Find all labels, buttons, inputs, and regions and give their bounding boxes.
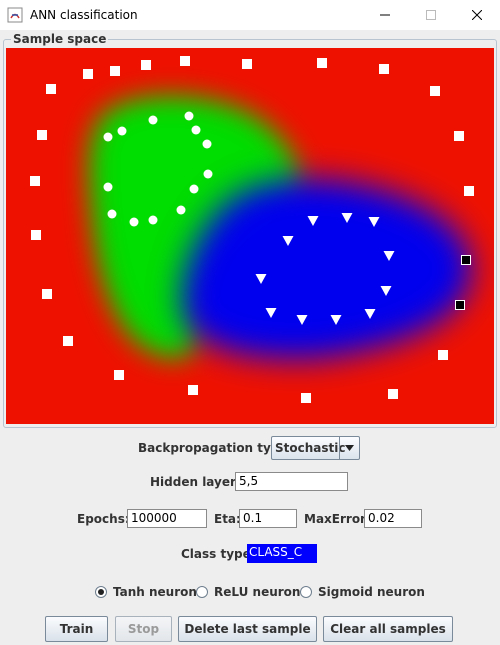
sample-circle <box>103 132 113 142</box>
maxerror-input[interactable]: 0.02 <box>364 509 422 528</box>
sample-circle <box>117 126 127 136</box>
sample-square <box>30 176 40 186</box>
java-icon <box>7 7 23 23</box>
radio-relu[interactable]: ReLU neuron <box>196 584 300 599</box>
epochs-label: Epochs: <box>77 512 130 526</box>
backprop-value: Stochastic <box>275 441 346 455</box>
radio-sigmoid[interactable]: Sigmoid neuron <box>300 584 425 599</box>
backprop-select[interactable]: Stochastic <box>271 436 360 460</box>
sample-square <box>83 69 93 79</box>
sample-square <box>114 370 124 380</box>
maxerror-label: MaxError: <box>304 512 371 526</box>
sample-square <box>242 59 252 69</box>
maximize-button[interactable] <box>408 0 454 30</box>
chevron-down-icon[interactable] <box>339 437 359 459</box>
stop-button[interactable]: Stop <box>115 616 172 642</box>
panel-label: Sample space <box>11 32 109 46</box>
sample-selected <box>461 255 471 265</box>
radio-button-icon[interactable] <box>300 585 312 598</box>
sample-square <box>301 393 311 403</box>
sample-circle <box>176 205 186 215</box>
radio-tanh[interactable]: Tanh neuron <box>95 584 197 599</box>
eta-label: Eta: <box>214 512 241 526</box>
sample-circle <box>189 184 199 194</box>
sample-square <box>317 58 327 68</box>
delete-last-sample-button[interactable]: Delete last sample <box>178 616 317 642</box>
sample-square <box>63 336 73 346</box>
train-button[interactable]: Train <box>45 616 108 642</box>
minimize-icon <box>380 14 390 16</box>
sample-circle <box>203 169 213 179</box>
radio-tanh-label: Tanh neuron <box>113 584 197 599</box>
maximize-icon <box>426 10 436 20</box>
close-button[interactable] <box>454 0 500 30</box>
sample-square <box>188 385 198 395</box>
sample-circle <box>103 182 113 192</box>
backprop-label: Backpropagation type: <box>138 441 293 455</box>
window-title: ANN classification <box>30 8 138 22</box>
class-type-field[interactable]: CLASS_C <box>247 544 317 563</box>
sample-square <box>464 186 474 196</box>
sample-square <box>31 230 41 240</box>
clear-all-samples-button[interactable]: Clear all samples <box>323 616 453 642</box>
sample-circle <box>129 217 139 227</box>
title-bar: ANN classification <box>0 0 500 30</box>
sample-square <box>379 64 389 74</box>
sample-square <box>438 350 448 360</box>
sample-square <box>141 60 151 70</box>
sample-square <box>110 66 120 76</box>
sample-circle <box>148 215 158 225</box>
epochs-input[interactable]: 100000 <box>127 509 207 528</box>
sample-circle <box>191 125 201 135</box>
hidden-layers-label: Hidden layers: <box>150 475 248 489</box>
sample-circle <box>184 111 194 121</box>
sample-circle <box>202 139 212 149</box>
class-type-label: Class type: <box>181 547 256 561</box>
sample-square <box>430 86 440 96</box>
sample-circle <box>148 115 158 125</box>
eta-input[interactable]: 0.1 <box>239 509 297 528</box>
decision-map <box>6 48 494 424</box>
radio-button-icon[interactable] <box>196 585 208 598</box>
sample-square <box>180 56 190 66</box>
radio-sigmoid-label: Sigmoid neuron <box>318 584 425 599</box>
sample-square <box>46 84 56 94</box>
radio-relu-label: ReLU neuron <box>214 584 301 599</box>
sample-square <box>42 289 52 299</box>
minimize-button[interactable] <box>362 0 408 30</box>
sample-circle <box>107 209 117 219</box>
hidden-layers-input[interactable]: 5,5 <box>235 472 348 491</box>
sample-square <box>37 130 47 140</box>
radio-button-icon[interactable] <box>95 585 107 598</box>
sample-square <box>388 389 398 399</box>
close-icon <box>472 10 482 20</box>
sample-square <box>454 131 464 141</box>
sample-selected <box>455 300 465 310</box>
sample-space-canvas[interactable] <box>6 48 494 424</box>
